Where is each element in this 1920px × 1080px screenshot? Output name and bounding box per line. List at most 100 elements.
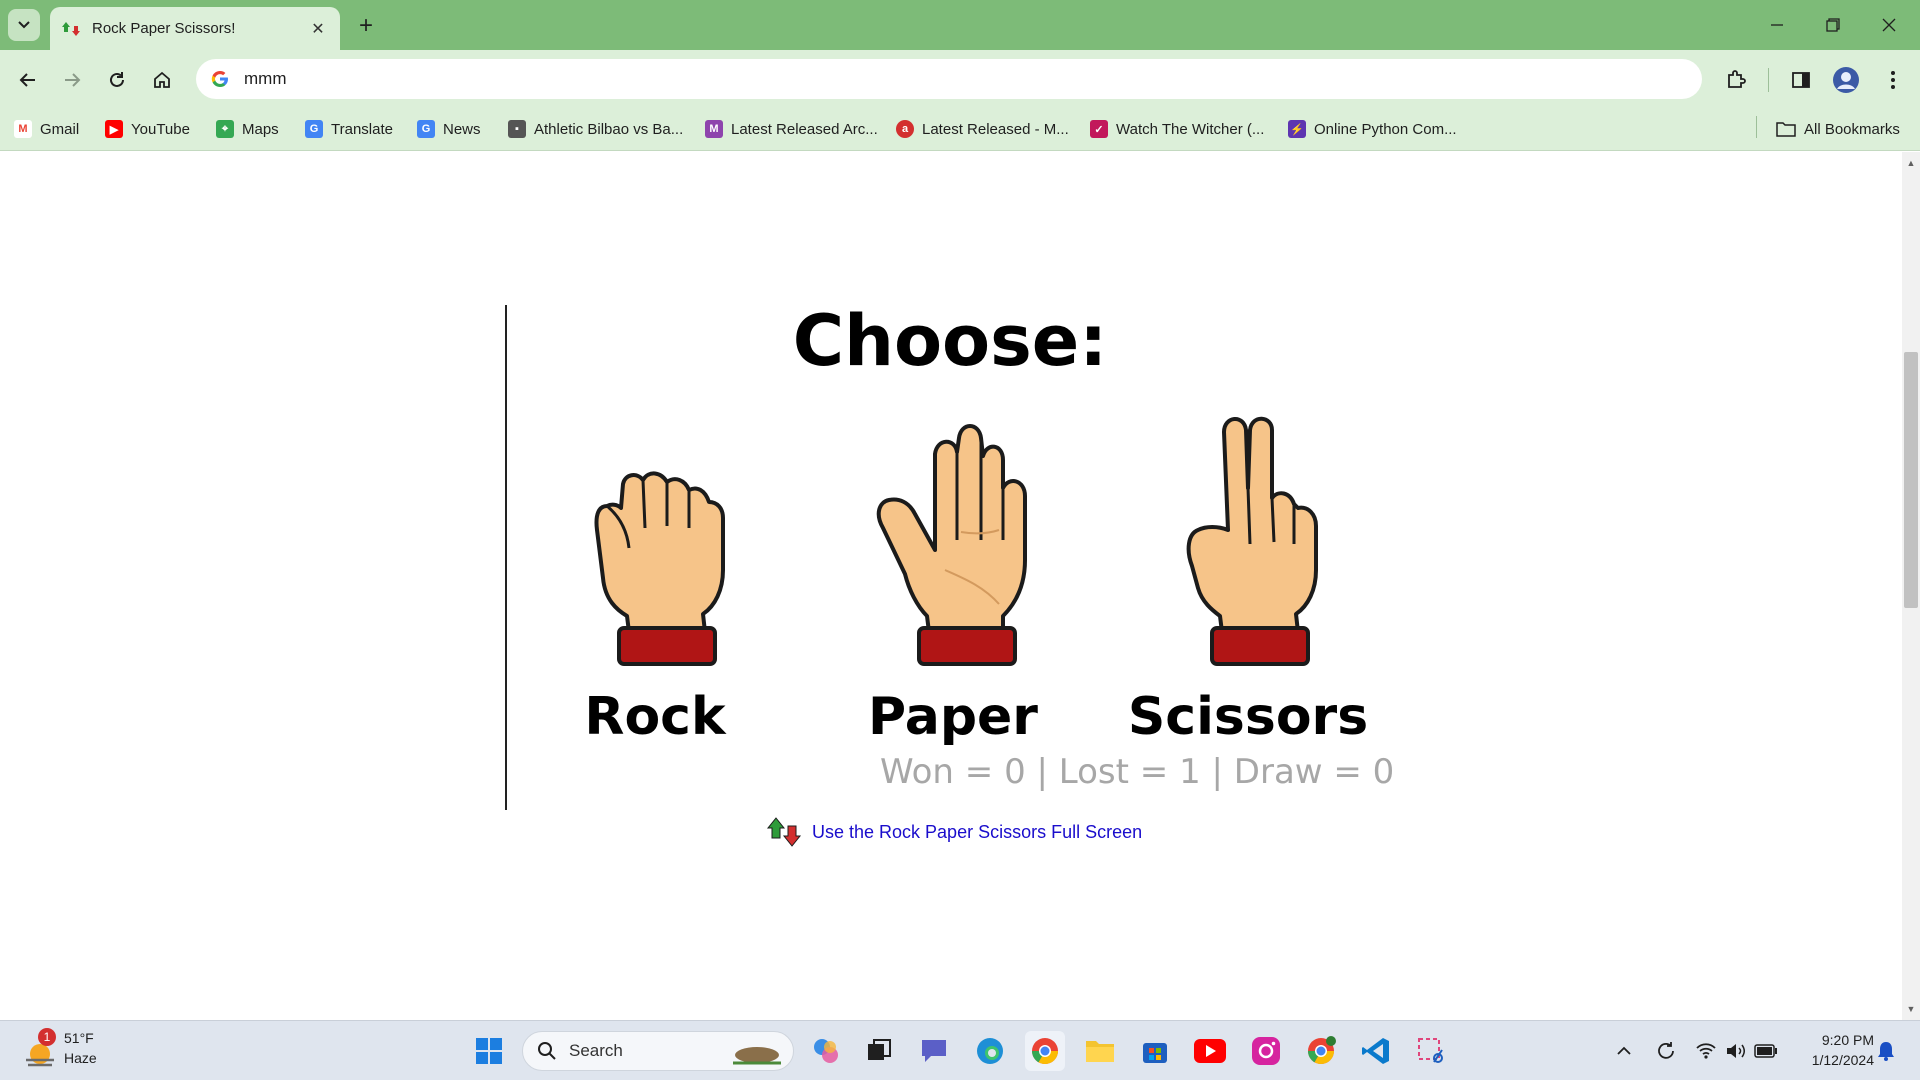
bookmark-athletic-bilbao[interactable]: ▪ Athletic Bilbao vs Ba... xyxy=(508,116,683,142)
divider-line xyxy=(505,305,507,810)
taskbar-file-explorer[interactable] xyxy=(1080,1031,1120,1071)
paper-choice[interactable]: Paper xyxy=(823,410,1083,750)
side-panel-button[interactable] xyxy=(1785,64,1817,96)
scissors-choice[interactable]: Scissors xyxy=(1118,410,1378,750)
back-button[interactable] xyxy=(12,64,44,96)
address-bar[interactable]: mmm xyxy=(196,59,1702,99)
arrow-right-icon xyxy=(65,73,81,87)
weather-badge: 1 xyxy=(38,1028,56,1046)
extensions-button[interactable] xyxy=(1720,64,1752,96)
translate-icon: G xyxy=(305,120,323,138)
bookmark-label: Translate xyxy=(331,120,393,138)
choose-heading: Choose: xyxy=(792,300,1108,382)
windows-icon xyxy=(476,1038,502,1064)
all-bookmarks-button[interactable]: All Bookmarks xyxy=(1776,116,1900,142)
side-panel-icon xyxy=(1792,72,1810,88)
taskbar-vscode[interactable] xyxy=(1356,1031,1396,1071)
folder-icon xyxy=(1776,122,1796,137)
youtube-icon xyxy=(1194,1039,1226,1063)
fullscreen-link[interactable]: Use the Rock Paper Scissors Full Screen xyxy=(766,816,1142,848)
scroll-up-icon[interactable]: ▲ xyxy=(1904,156,1918,170)
weather-widget[interactable]: 1 51°F Haze xyxy=(22,1028,142,1072)
address-text: mmm xyxy=(244,69,287,88)
volume-icon[interactable] xyxy=(1722,1036,1750,1066)
scroll-down-icon[interactable]: ▼ xyxy=(1904,1002,1918,1016)
rock-choice[interactable]: Rock xyxy=(525,410,785,750)
taskbar-edge[interactable] xyxy=(970,1031,1010,1071)
restore-icon[interactable] xyxy=(1818,10,1848,40)
weather-temp: 51°F xyxy=(64,1030,94,1046)
fullscreen-link-text[interactable]: Use the Rock Paper Scissors Full Screen xyxy=(812,822,1142,843)
tray-overflow-icon[interactable] xyxy=(1612,1036,1636,1066)
taskbar-chrome[interactable] xyxy=(1025,1031,1065,1071)
chrome-icon xyxy=(1031,1038,1059,1065)
taskbar-chrome-profile[interactable] xyxy=(1301,1031,1341,1071)
close-window-icon[interactable] xyxy=(1874,10,1904,40)
taskbar-store[interactable] xyxy=(1135,1031,1175,1071)
fullscreen-arrows-icon xyxy=(766,817,802,847)
copilot-icon xyxy=(814,1039,838,1063)
clock-date: 1/12/2024 xyxy=(1811,1052,1874,1068)
bookmark-watch-the-witcher[interactable]: ✓ Watch The Witcher (... xyxy=(1090,116,1264,142)
reload-button[interactable] xyxy=(101,64,133,96)
new-tab-button[interactable]: + xyxy=(352,12,380,40)
scroll-thumb[interactable] xyxy=(1904,352,1918,608)
site-icon: a xyxy=(896,120,914,138)
profile-avatar[interactable] xyxy=(1830,64,1862,96)
bookmark-label: Athletic Bilbao vs Ba... xyxy=(534,120,684,138)
start-button[interactable] xyxy=(469,1031,509,1071)
wifi-icon[interactable] xyxy=(1692,1036,1720,1066)
battery-icon[interactable] xyxy=(1752,1036,1780,1066)
bookmark-translate[interactable]: G Translate xyxy=(305,116,393,142)
gmail-icon: M xyxy=(14,120,32,138)
bookmark-label: Gmail xyxy=(40,120,80,138)
rock-hand-icon xyxy=(594,471,725,666)
rps-favicon-icon xyxy=(62,21,80,36)
tab-close-icon[interactable]: ✕ xyxy=(308,19,328,39)
avatar-icon xyxy=(1833,67,1859,93)
notification-bell-icon[interactable] xyxy=(1872,1036,1900,1066)
taskbar-copilot[interactable] xyxy=(806,1031,846,1071)
bookmark-gmail[interactable]: M Gmail xyxy=(14,116,79,142)
youtube-icon: ▶ xyxy=(105,120,123,138)
forward-button[interactable] xyxy=(56,64,88,96)
home-button[interactable] xyxy=(146,64,178,96)
browser-tab[interactable]: Rock Paper Scissors! ✕ xyxy=(50,7,340,50)
browser-menu-button[interactable] xyxy=(1877,64,1909,96)
weather-desc: Haze xyxy=(64,1050,97,1066)
bookmark-label: Latest Released - M... xyxy=(922,120,1069,138)
bookmarks-separator xyxy=(1756,116,1757,138)
tab-title: Rock Paper Scissors! xyxy=(92,20,236,37)
bookmark-maps[interactable]: ⌖ Maps xyxy=(216,116,279,142)
bookmark-online-python[interactable]: ⚡ Online Python Com... xyxy=(1288,116,1457,142)
taskbar-snipping-tool[interactable] xyxy=(1411,1031,1451,1071)
bookmark-label: Online Python Com... xyxy=(1314,120,1457,138)
bookmark-latest-released-arc[interactable]: M Latest Released Arc... xyxy=(705,116,878,142)
paper-label: Paper xyxy=(868,687,1038,747)
snipping-tool-icon xyxy=(1418,1038,1443,1063)
scissors-label: Scissors xyxy=(1127,687,1369,747)
folder-icon xyxy=(1086,1041,1114,1062)
bookmark-news[interactable]: G News xyxy=(417,116,481,142)
puzzle-icon xyxy=(1728,70,1746,88)
taskbar-task-view[interactable] xyxy=(859,1031,899,1071)
task-view-icon xyxy=(868,1039,891,1060)
bookmark-label: YouTube xyxy=(131,120,190,138)
bookmark-label: News xyxy=(443,120,481,138)
clock-time: 9:20 PM xyxy=(1821,1032,1874,1048)
bookmark-youtube[interactable]: ▶ YouTube xyxy=(105,116,190,142)
sync-icon[interactable] xyxy=(1652,1036,1680,1066)
tab-search-button[interactable] xyxy=(8,9,40,41)
taskbar-clock[interactable]: 9:20 PM 1/12/2024 xyxy=(1790,1030,1874,1070)
taskbar-instagram[interactable] xyxy=(1246,1031,1286,1071)
taskbar-youtube[interactable] xyxy=(1190,1031,1230,1071)
bookmark-label: Latest Released Arc... xyxy=(731,120,878,138)
site-icon: M xyxy=(705,120,723,138)
bookmark-latest-released-m[interactable]: a Latest Released - M... xyxy=(896,116,1069,142)
taskbar-teams-chat[interactable] xyxy=(914,1031,954,1071)
taskbar-search[interactable]: Search xyxy=(522,1031,794,1071)
store-icon xyxy=(1143,1043,1167,1063)
minimize-icon[interactable] xyxy=(1762,10,1792,40)
instagram-icon xyxy=(1252,1037,1280,1065)
toolbar-separator xyxy=(1768,68,1769,92)
